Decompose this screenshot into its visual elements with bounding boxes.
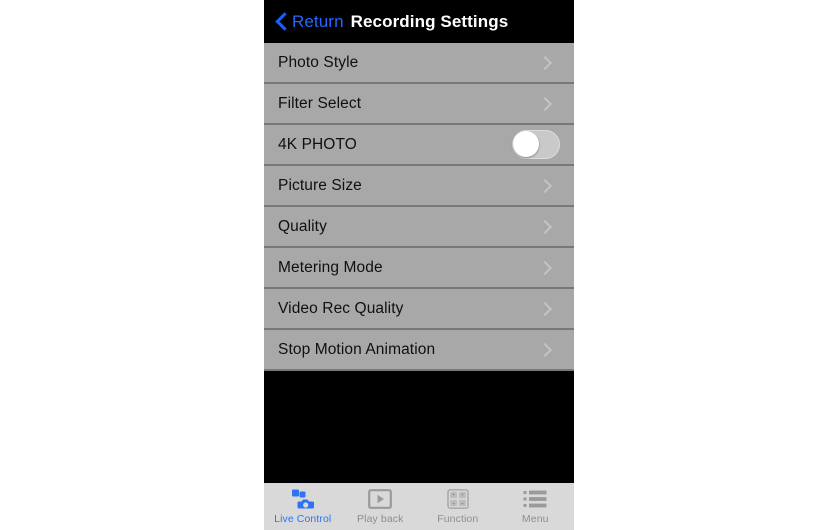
settings-list: Photo Style Filter Select 4K PHOTO Pictu… (264, 43, 574, 371)
list-item-label: Photo Style (278, 53, 359, 71)
chevron-right-icon (543, 177, 553, 194)
chevron-right-icon (543, 95, 553, 112)
tab-label: Live Control (274, 513, 332, 525)
bottom-tab-bar: Live Control Play back Function Menu (264, 483, 574, 530)
tab-menu[interactable]: Menu (497, 487, 575, 525)
list-bullets-icon (520, 487, 550, 511)
play-square-icon (365, 487, 395, 511)
list-item-label: Metering Mode (278, 258, 383, 276)
chevron-right-icon (543, 300, 553, 317)
list-item-filter-select[interactable]: Filter Select (264, 84, 574, 125)
list-item-stop-motion-animation[interactable]: Stop Motion Animation (264, 330, 574, 371)
tab-label: Menu (521, 513, 549, 525)
return-button-label: Return (292, 11, 344, 31)
chevron-left-icon (276, 12, 287, 31)
tab-label: Function (437, 513, 479, 525)
list-item-label: Picture Size (278, 176, 362, 194)
page-title: Recording Settings (350, 11, 509, 31)
list-item-label: Stop Motion Animation (278, 340, 436, 358)
tab-play-back[interactable]: Play back (342, 487, 420, 525)
list-item-label: 4K PHOTO (278, 135, 357, 153)
chevron-right-icon (543, 54, 553, 71)
chevron-right-icon (543, 218, 553, 235)
tab-label: Play back (357, 513, 404, 525)
list-item-video-rec-quality[interactable]: Video Rec Quality (264, 289, 574, 330)
phone-screen: Return Recording Settings Photo Style Fi… (264, 0, 574, 530)
list-item-label: Video Rec Quality (278, 299, 404, 317)
list-item-picture-size[interactable]: Picture Size (264, 166, 574, 207)
tab-live-control[interactable]: Live Control (264, 487, 342, 525)
4k-photo-toggle[interactable] (512, 130, 560, 159)
tab-function[interactable]: Function (419, 487, 497, 525)
list-item-photo-style[interactable]: Photo Style (264, 43, 574, 84)
list-item-label: Quality (278, 217, 327, 235)
grid-four-icon (443, 487, 473, 511)
chevron-right-icon (543, 259, 553, 276)
list-item-4k-photo[interactable]: 4K PHOTO (264, 125, 574, 166)
list-item-label: Filter Select (278, 94, 362, 112)
list-item-quality[interactable]: Quality (264, 207, 574, 248)
chevron-right-icon (543, 341, 553, 358)
return-button[interactable]: Return (276, 7, 344, 37)
navigation-header: Return Recording Settings (264, 0, 574, 43)
camera-remote-icon (288, 487, 318, 511)
toggle-knob (513, 131, 539, 157)
list-item-metering-mode[interactable]: Metering Mode (264, 248, 574, 289)
